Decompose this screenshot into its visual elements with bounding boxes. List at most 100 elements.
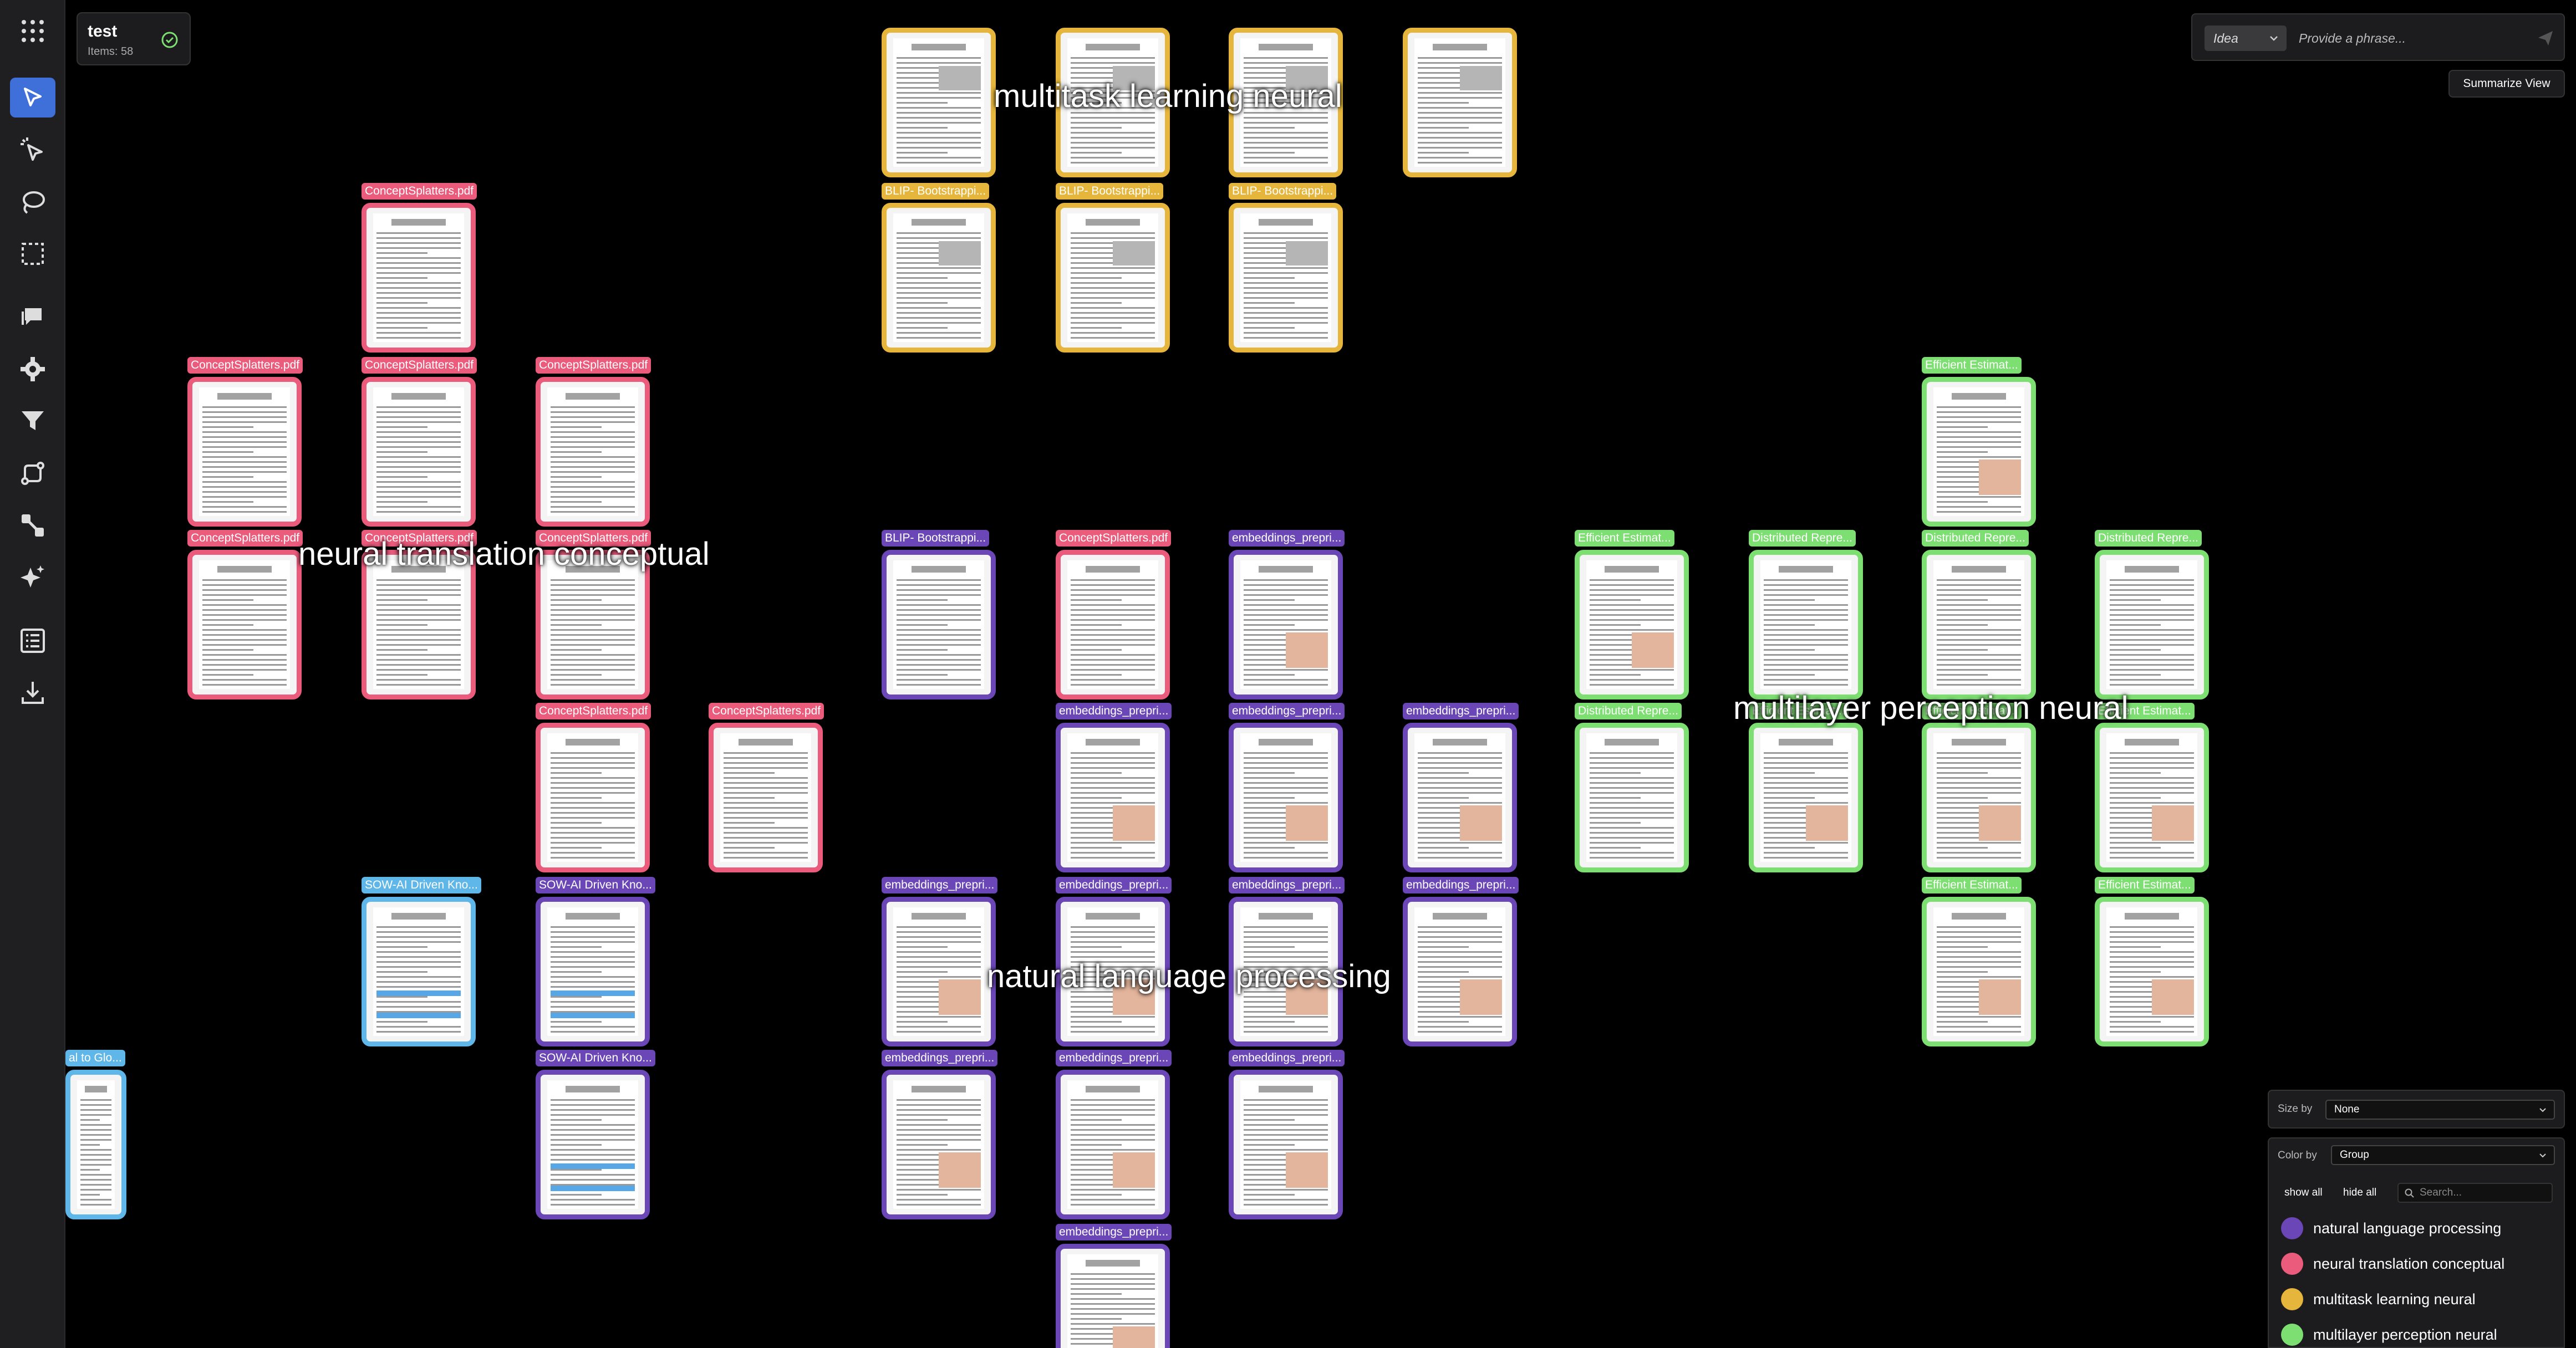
document-label[interactable]: embeddings_prepri... xyxy=(1229,877,1345,893)
document-card[interactable] xyxy=(362,377,476,527)
color-by-select[interactable]: Group xyxy=(2331,1145,2555,1165)
document-card[interactable] xyxy=(1575,723,1689,872)
document-card[interactable] xyxy=(187,550,302,699)
document-label[interactable]: ConceptSplatters.pdf xyxy=(536,703,651,719)
lasso-icon[interactable] xyxy=(10,182,55,222)
document-card[interactable] xyxy=(1922,897,2036,1046)
summarize-view-button[interactable]: Summarize View xyxy=(2448,70,2565,98)
document-label[interactable]: Distributed Repre... xyxy=(2095,530,2202,547)
document-label[interactable]: embeddings_prepri... xyxy=(1056,1050,1172,1066)
document-card[interactable] xyxy=(709,723,823,872)
document-card[interactable] xyxy=(1056,1070,1170,1219)
document-label[interactable]: ConceptSplatters.pdf xyxy=(536,357,651,374)
hide-all-button[interactable]: hide all xyxy=(2338,1183,2382,1203)
document-label[interactable]: embeddings_prepri... xyxy=(882,877,998,893)
size-by-select[interactable]: None xyxy=(2325,1100,2555,1120)
document-label[interactable]: Efficient Estimat... xyxy=(1575,530,1674,547)
document-card[interactable] xyxy=(1922,550,2036,699)
document-label[interactable]: ConceptSplatters.pdf xyxy=(709,703,824,719)
document-label[interactable]: Distributed Repre... xyxy=(1749,530,1856,547)
send-icon[interactable] xyxy=(2536,29,2555,48)
document-card[interactable] xyxy=(536,1070,650,1219)
show-all-button[interactable]: show all xyxy=(2279,1183,2328,1203)
document-label[interactable]: Efficient Estimat... xyxy=(1922,357,2022,374)
document-card[interactable] xyxy=(1922,377,2036,527)
legend-item[interactable]: multitask learning neural xyxy=(2281,1287,2476,1311)
settings-icon[interactable] xyxy=(10,349,55,389)
list-icon[interactable] xyxy=(10,621,55,661)
document-card[interactable] xyxy=(536,897,650,1046)
document-label[interactable]: embeddings_prepri... xyxy=(882,1050,998,1066)
document-label[interactable]: ConceptSplatters.pdf xyxy=(1056,530,1172,547)
marquee-select-icon[interactable] xyxy=(10,234,55,274)
group-search-input[interactable] xyxy=(2420,1185,2547,1201)
document-label[interactable]: embeddings_prepri... xyxy=(1229,1050,1345,1066)
document-card[interactable] xyxy=(1403,723,1517,872)
document-label[interactable]: BLIP- Bootstrappi... xyxy=(1229,183,1337,200)
document-card[interactable] xyxy=(882,203,996,353)
document-label[interactable]: BLIP- Bootstrappi... xyxy=(882,183,990,200)
download-icon[interactable] xyxy=(10,673,55,713)
canvas[interactable]: BLIP- Bootstrappi... BLIP- Bootstrappi...… xyxy=(0,0,2576,1348)
document-card[interactable] xyxy=(882,28,996,177)
document-label[interactable]: Efficient Estimat... xyxy=(2095,877,2195,893)
document-card[interactable] xyxy=(1056,550,1170,699)
document-card[interactable] xyxy=(1922,723,2036,872)
document-card[interactable] xyxy=(882,1070,996,1219)
document-label[interactable]: SOW-AI Driven Kno... xyxy=(536,877,655,893)
document-label[interactable]: ConceptSplatters.pdf xyxy=(362,183,477,200)
document-label[interactable]: Distributed Repre... xyxy=(1922,530,2029,547)
document-card[interactable] xyxy=(1403,28,1517,177)
filter-icon[interactable] xyxy=(10,401,55,441)
sparkle-icon[interactable] xyxy=(10,558,55,598)
document-label[interactable]: SOW-AI Driven Kno... xyxy=(362,877,481,893)
document-label[interactable]: ConceptSplatters.pdf xyxy=(362,357,477,374)
document-card[interactable] xyxy=(1056,203,1170,353)
magic-select-icon[interactable] xyxy=(10,130,55,170)
path-icon[interactable] xyxy=(10,453,55,493)
document-card[interactable] xyxy=(882,897,996,1046)
document-card[interactable] xyxy=(362,897,476,1046)
document-card[interactable] xyxy=(536,377,650,527)
document-label[interactable]: embeddings_prepri... xyxy=(1229,703,1345,719)
document-card[interactable] xyxy=(1056,723,1170,872)
document-card[interactable] xyxy=(187,377,302,527)
document-label[interactable]: embeddings_prepri... xyxy=(1056,1224,1172,1240)
document-label[interactable]: embeddings_prepri... xyxy=(1403,877,1519,893)
document-label[interactable]: embeddings_prepri... xyxy=(1056,877,1172,893)
document-card[interactable] xyxy=(536,723,650,872)
document-label[interactable]: SOW-AI Driven Kno... xyxy=(536,1050,655,1066)
document-card[interactable] xyxy=(1403,897,1517,1046)
document-label[interactable]: al to Glo... xyxy=(65,1050,125,1066)
legend-item[interactable]: multilayer perception neural xyxy=(2281,1323,2497,1347)
select-tool-icon[interactable] xyxy=(10,78,55,118)
document-card[interactable] xyxy=(1229,203,1343,353)
phrase-input[interactable] xyxy=(2299,25,2521,51)
document-label[interactable]: Efficient Estimat... xyxy=(1922,877,2022,893)
document-card[interactable] xyxy=(1229,1070,1343,1219)
document-card[interactable] xyxy=(2095,897,2209,1046)
legend-item[interactable]: neural translation conceptual xyxy=(2281,1252,2504,1276)
connect-icon[interactable] xyxy=(10,506,55,545)
document-label[interactable]: embeddings_prepri... xyxy=(1056,703,1172,719)
document-label[interactable]: embeddings_prepri... xyxy=(1229,530,1345,547)
document-label[interactable]: ConceptSplatters.pdf xyxy=(187,530,303,547)
document-card[interactable] xyxy=(362,203,476,353)
document-card[interactable] xyxy=(1749,723,1863,872)
document-label[interactable]: ConceptSplatters.pdf xyxy=(187,357,303,374)
document-card[interactable] xyxy=(2095,550,2209,699)
document-label[interactable]: embeddings_prepri... xyxy=(1403,703,1519,719)
document-card[interactable] xyxy=(1749,550,1863,699)
document-label[interactable]: BLIP- Bootstrappi... xyxy=(882,530,990,547)
document-label[interactable]: BLIP- Bootstrappi... xyxy=(1056,183,1164,200)
app-menu-icon[interactable] xyxy=(10,11,55,51)
mode-select[interactable]: Idea xyxy=(2205,25,2287,51)
document-card[interactable] xyxy=(1229,723,1343,872)
document-label[interactable]: Distributed Repre... xyxy=(1575,703,1682,719)
comment-icon[interactable] xyxy=(10,297,55,337)
document-card[interactable] xyxy=(1056,1244,1170,1348)
document-card[interactable] xyxy=(1229,550,1343,699)
legend-item[interactable]: natural language processing xyxy=(2281,1216,2501,1240)
document-card[interactable] xyxy=(2095,723,2209,872)
document-card[interactable] xyxy=(1575,550,1689,699)
